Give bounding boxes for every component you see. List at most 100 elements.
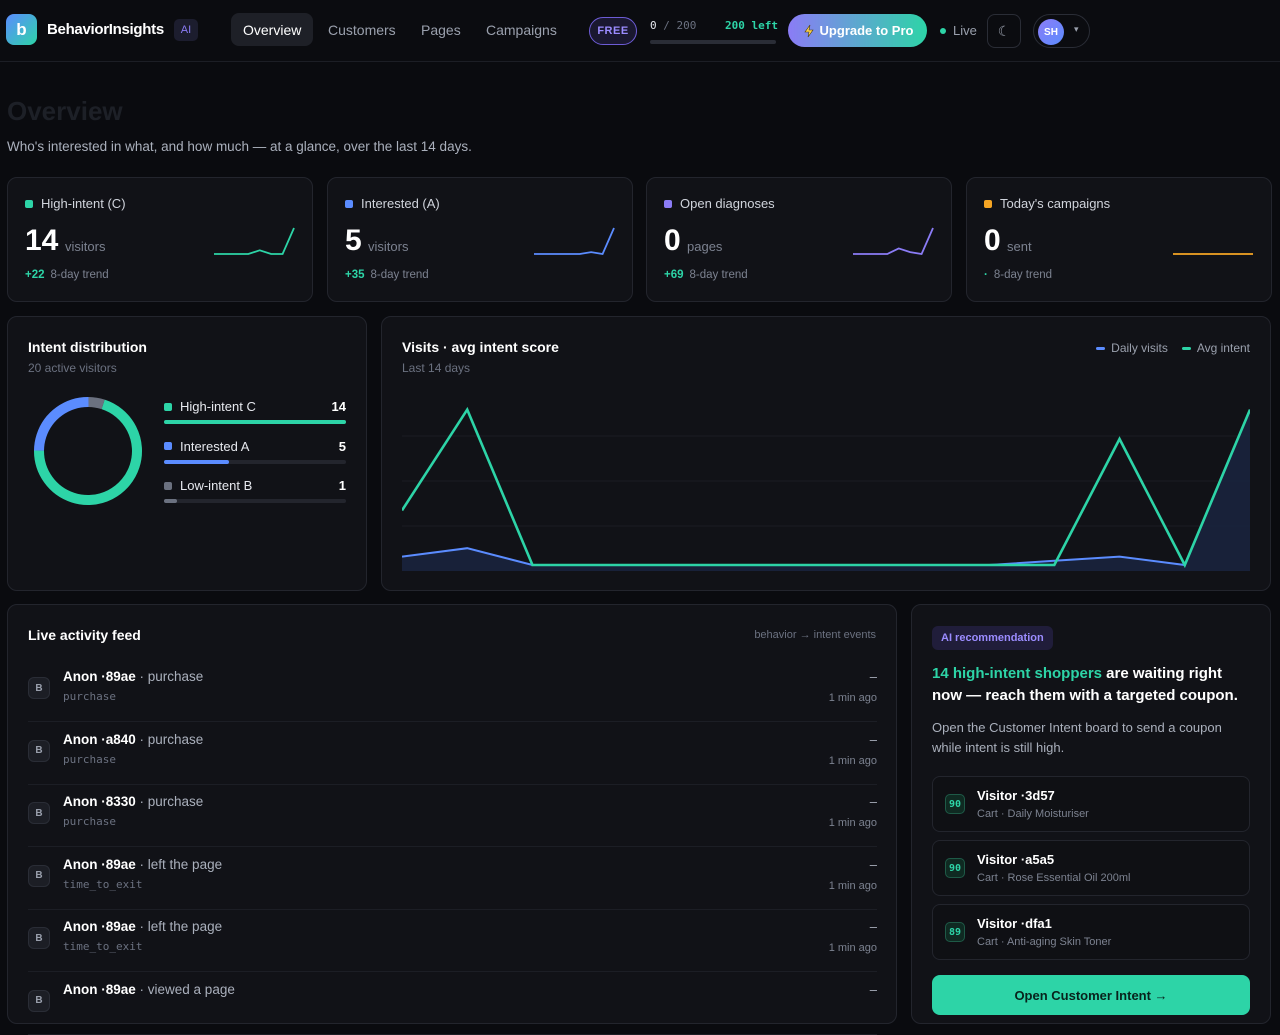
distribution-bar-track xyxy=(164,499,346,503)
feed-item[interactable]: B Anon ·a840 · purchase purchase – 1 min… xyxy=(28,723,877,785)
feed-item[interactable]: B Anon ·89ae · left the page time_to_exi… xyxy=(28,910,877,972)
live-dot-icon xyxy=(940,28,946,34)
kpi-unit: visitors xyxy=(368,239,409,254)
high-intent-visitor[interactable]: 90 Visitor ·a5a5 Cart · Rose Essential O… xyxy=(932,840,1250,896)
visitor-name: Visitor ·dfa1 xyxy=(977,916,1052,931)
distribution-bar-fill xyxy=(164,420,346,424)
visits-chart-subtitle: Last 14 days xyxy=(402,361,471,375)
logo[interactable]: b xyxy=(6,14,37,45)
kpi-card: Today's campaigns 0 sent · 8-day trend xyxy=(966,177,1272,302)
kpi-card: Interested (A) 5 visitors +35 8-day trend xyxy=(327,177,633,302)
visitor-cart-detail: Cart · Rose Essential Oil 200ml xyxy=(977,872,1131,884)
feed-item-event-code: purchase xyxy=(63,690,116,703)
tab-overview[interactable]: Overview xyxy=(231,13,314,46)
user-menu-button[interactable]: SH ▾ xyxy=(1033,14,1090,48)
intent-class-badge: B xyxy=(28,739,50,762)
kpi-value: 0 xyxy=(984,224,1001,257)
page-subtitle: Who's interested in what, and how much —… xyxy=(7,139,472,154)
feed-item-value: – xyxy=(869,981,877,997)
legend-avg-intent: Avg intent xyxy=(1181,341,1250,355)
feed-header-note: behavior → intent events xyxy=(754,629,876,641)
kpi-label: Open diagnoses xyxy=(664,196,775,211)
sparkline-path xyxy=(534,227,615,256)
feed-item-action: · left the page xyxy=(135,856,223,872)
feed-item-time: 1 min ago xyxy=(828,817,877,829)
ai-body: Open the Customer Intent board to send a… xyxy=(932,720,1222,755)
tab-pages[interactable]: Pages xyxy=(409,13,473,46)
feed-item-event-code: time_to_exit xyxy=(63,877,143,891)
moon-icon: ☾ xyxy=(997,22,1011,39)
high-intent-visitor[interactable]: 90 Visitor ·3d57 Cart · Daily Moisturise… xyxy=(932,776,1250,832)
distribution-count: 1 xyxy=(338,478,346,493)
kpi-delta: · xyxy=(984,269,988,281)
visits-chart-card: Visits · avg intent score Last 14 days D… xyxy=(381,316,1271,591)
distribution-row: Interested A 5 xyxy=(164,438,346,464)
feed-item[interactable]: B Anon ·89ae · viewed a page – xyxy=(28,973,877,1035)
kpi-value: 5 xyxy=(345,224,362,257)
feed-item-title: Anon ·8330 · purchase xyxy=(63,794,203,809)
high-intent-visitor[interactable]: 89 Visitor ·dfa1 Cart · Anti-aging Skin … xyxy=(932,904,1250,960)
intent-score-badge: 90 xyxy=(945,858,965,878)
distribution-title: Intent distribution xyxy=(28,339,147,355)
feed-item-action: · purchase xyxy=(135,794,204,809)
kpi-trend: +35 8-day trend xyxy=(345,269,429,281)
kpi-label: Interested (A) xyxy=(345,196,440,211)
quota-usage: 0 / 200 xyxy=(650,19,696,32)
theme-toggle-button[interactable]: ☾ xyxy=(987,14,1021,48)
feed-item-action: · purchase xyxy=(135,669,204,684)
feed-item[interactable]: B Anon ·89ae · left the page time_to_exi… xyxy=(28,848,877,910)
distribution-count: 5 xyxy=(338,438,346,454)
feed-item[interactable]: B Anon ·89ae · purchase purchase – 1 min… xyxy=(28,660,877,722)
intent-distribution-card: Intent distribution 20 active visitors H… xyxy=(7,316,367,591)
quota-total: / 200 xyxy=(663,19,697,32)
distribution-row: High-intent C 14 xyxy=(164,399,346,424)
kpi-card: High-intent (C) 14 visitors +22 8-day tre… xyxy=(7,177,313,302)
feed-item-time: 1 min ago xyxy=(828,754,877,767)
tab-campaigns[interactable]: Campaigns xyxy=(474,13,569,46)
feed-item-title: Anon ·89ae · left the page xyxy=(63,857,222,872)
kpi-sparkline xyxy=(853,227,934,256)
brand-name: BehaviorInsights xyxy=(47,21,164,38)
distribution-count: 14 xyxy=(331,399,346,414)
upgrade-label: Upgrade to Pro xyxy=(819,23,914,38)
live-status: Live xyxy=(953,23,977,38)
upgrade-button[interactable]: Upgrade to Pro xyxy=(788,14,927,47)
feed-item-value: – xyxy=(869,919,877,934)
distribution-bar-fill xyxy=(164,459,229,464)
donut-chart xyxy=(34,397,142,505)
feed-item-action: · purchase xyxy=(135,731,204,747)
feed-item-event-code: purchase xyxy=(63,815,116,828)
feed-item-value: – xyxy=(869,669,877,684)
feed-item-user: Anon ·89ae xyxy=(63,856,136,872)
quota-left: 200 left xyxy=(725,19,778,32)
feed-item-action: · viewed a page xyxy=(135,981,235,997)
chart-legend: Daily visits Avg intent xyxy=(1096,341,1250,355)
distribution-label: High-intent C xyxy=(164,399,346,414)
kpi-sparkline xyxy=(214,227,295,255)
distribution-bar-fill xyxy=(164,499,177,503)
visitor-name: Visitor ·3d57 xyxy=(977,788,1055,803)
intent-class-badge: B xyxy=(28,802,50,824)
avatar: SH xyxy=(1038,19,1064,45)
sparkline-path xyxy=(853,227,934,256)
chevron-down-icon: ▾ xyxy=(1074,24,1079,34)
ai-badge: AI xyxy=(174,19,198,41)
kpi-value: 14 xyxy=(25,224,59,257)
open-customer-intent-button[interactable]: Open Customer Intent → xyxy=(932,975,1250,1015)
feed-item[interactable]: B Anon ·8330 · purchase purchase – 1 min… xyxy=(28,785,877,847)
page-title: Overview xyxy=(7,96,123,126)
distribution-label: Interested A xyxy=(164,439,346,454)
feed-item-value: – xyxy=(869,856,877,872)
feed-item-user: Anon ·8330 xyxy=(63,794,136,809)
distribution-row: Low-intent B 1 xyxy=(164,478,346,503)
distribution-label: Low-intent B xyxy=(164,478,346,493)
kpi-trend: · 8-day trend xyxy=(984,269,1053,281)
kpi-value: 0 xyxy=(664,224,681,257)
feed-item-time: 1 min ago xyxy=(828,692,877,704)
feed-item-user: Anon ·89ae xyxy=(63,919,136,934)
kpi-label: High-intent (C) xyxy=(25,196,126,211)
tab-customers[interactable]: Customers xyxy=(316,13,408,46)
feed-item-value: – xyxy=(869,794,877,809)
distribution-bar-track xyxy=(164,420,346,424)
visits-chart-title: Visits · avg intent score xyxy=(402,339,559,355)
